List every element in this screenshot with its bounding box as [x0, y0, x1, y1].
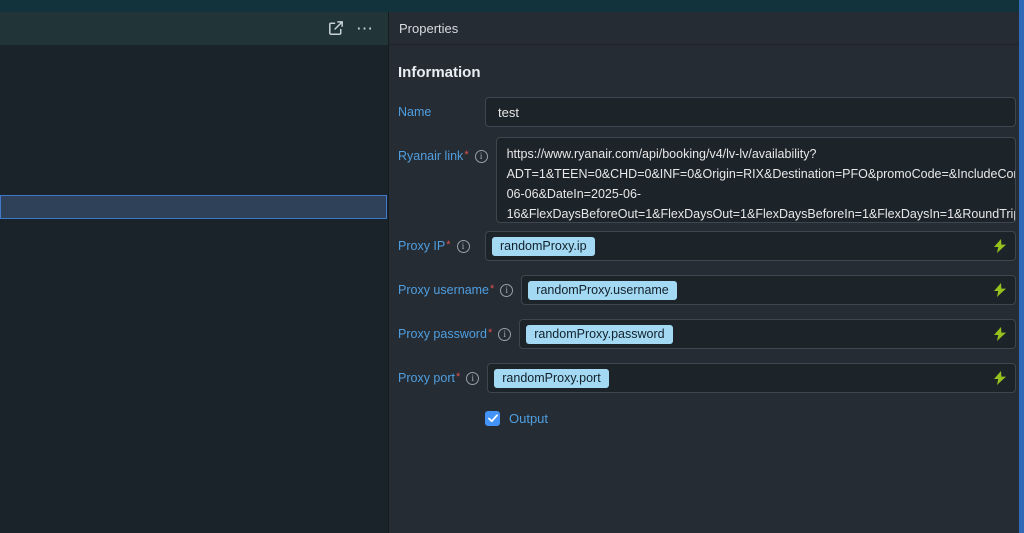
field-proxy-username: Proxy username randomProxy.username	[398, 275, 1016, 305]
proxy-username-input[interactable]: randomProxy.username	[521, 275, 1016, 305]
dynamic-value-icon[interactable]	[994, 283, 1006, 297]
more-options-icon[interactable]: ⋯	[352, 16, 378, 41]
info-icon[interactable]	[466, 371, 480, 385]
name-label-zone: Name	[398, 105, 485, 119]
proxy-ip-label: Proxy IP	[398, 239, 451, 253]
output-label: Output	[509, 410, 549, 426]
info-icon[interactable]	[498, 327, 512, 341]
proxy-ip-label-zone: Proxy IP	[398, 239, 485, 253]
name-input[interactable]	[485, 97, 1016, 127]
field-ryanair-link: Ryanair link https://www.ryanair.com/api…	[398, 137, 1016, 223]
right-edge-strip[interactable]	[1019, 0, 1024, 533]
proxy-port-input[interactable]: randomProxy.port	[487, 363, 1016, 393]
info-icon[interactable]	[500, 283, 514, 297]
dynamic-value-icon[interactable]	[994, 327, 1006, 341]
proxy-ip-chip[interactable]: randomProxy.ip	[492, 236, 595, 256]
field-proxy-ip: Proxy IP randomProxy.ip	[398, 231, 1016, 261]
proxy-port-label-zone: Proxy port	[398, 371, 487, 385]
properties-header: Properties	[388, 12, 1024, 45]
output-checkbox[interactable]	[485, 410, 500, 426]
field-proxy-port: Proxy port randomProxy.port	[398, 363, 1016, 393]
app-top-strip	[0, 0, 1024, 12]
section-title: Information	[398, 64, 481, 81]
info-icon[interactable]	[456, 239, 470, 253]
info-icon[interactable]	[474, 149, 488, 163]
field-proxy-password: Proxy password randomProxy.password	[398, 319, 1016, 349]
field-name: Name	[398, 97, 1016, 127]
proxy-username-chip[interactable]: randomProxy.username	[528, 280, 677, 300]
ryanair-link-input[interactable]: https://www.ryanair.com/api/booking/v4/l…	[495, 137, 1016, 223]
proxy-ip-input[interactable]: randomProxy.ip	[485, 231, 1016, 261]
proxy-password-label: Proxy password	[398, 327, 492, 341]
selected-node[interactable]	[0, 195, 387, 219]
properties-title: Properties	[399, 20, 459, 36]
proxy-password-chip[interactable]: randomProxy.password	[526, 324, 673, 344]
proxy-password-input[interactable]: randomProxy.password	[519, 319, 1016, 349]
dynamic-value-icon[interactable]	[994, 371, 1006, 385]
share-icon[interactable]	[322, 16, 348, 41]
canvas-toolbar: ⋯	[0, 12, 388, 45]
flow-canvas[interactable]	[0, 45, 388, 533]
field-output: Output	[398, 407, 1016, 429]
proxy-username-label-zone: Proxy username	[398, 283, 521, 297]
properties-panel: Information Name Ryanair link https://ww…	[388, 45, 1024, 533]
proxy-port-chip[interactable]: randomProxy.port	[494, 368, 609, 388]
ryanair-link-label-zone: Ryanair link	[398, 137, 496, 163]
name-label: Name	[398, 105, 432, 119]
ryanair-link-label: Ryanair link	[398, 149, 469, 163]
dynamic-value-icon[interactable]	[994, 239, 1006, 253]
proxy-username-label: Proxy username	[398, 283, 494, 297]
proxy-password-label-zone: Proxy password	[398, 327, 519, 341]
proxy-port-label: Proxy port	[398, 371, 460, 385]
